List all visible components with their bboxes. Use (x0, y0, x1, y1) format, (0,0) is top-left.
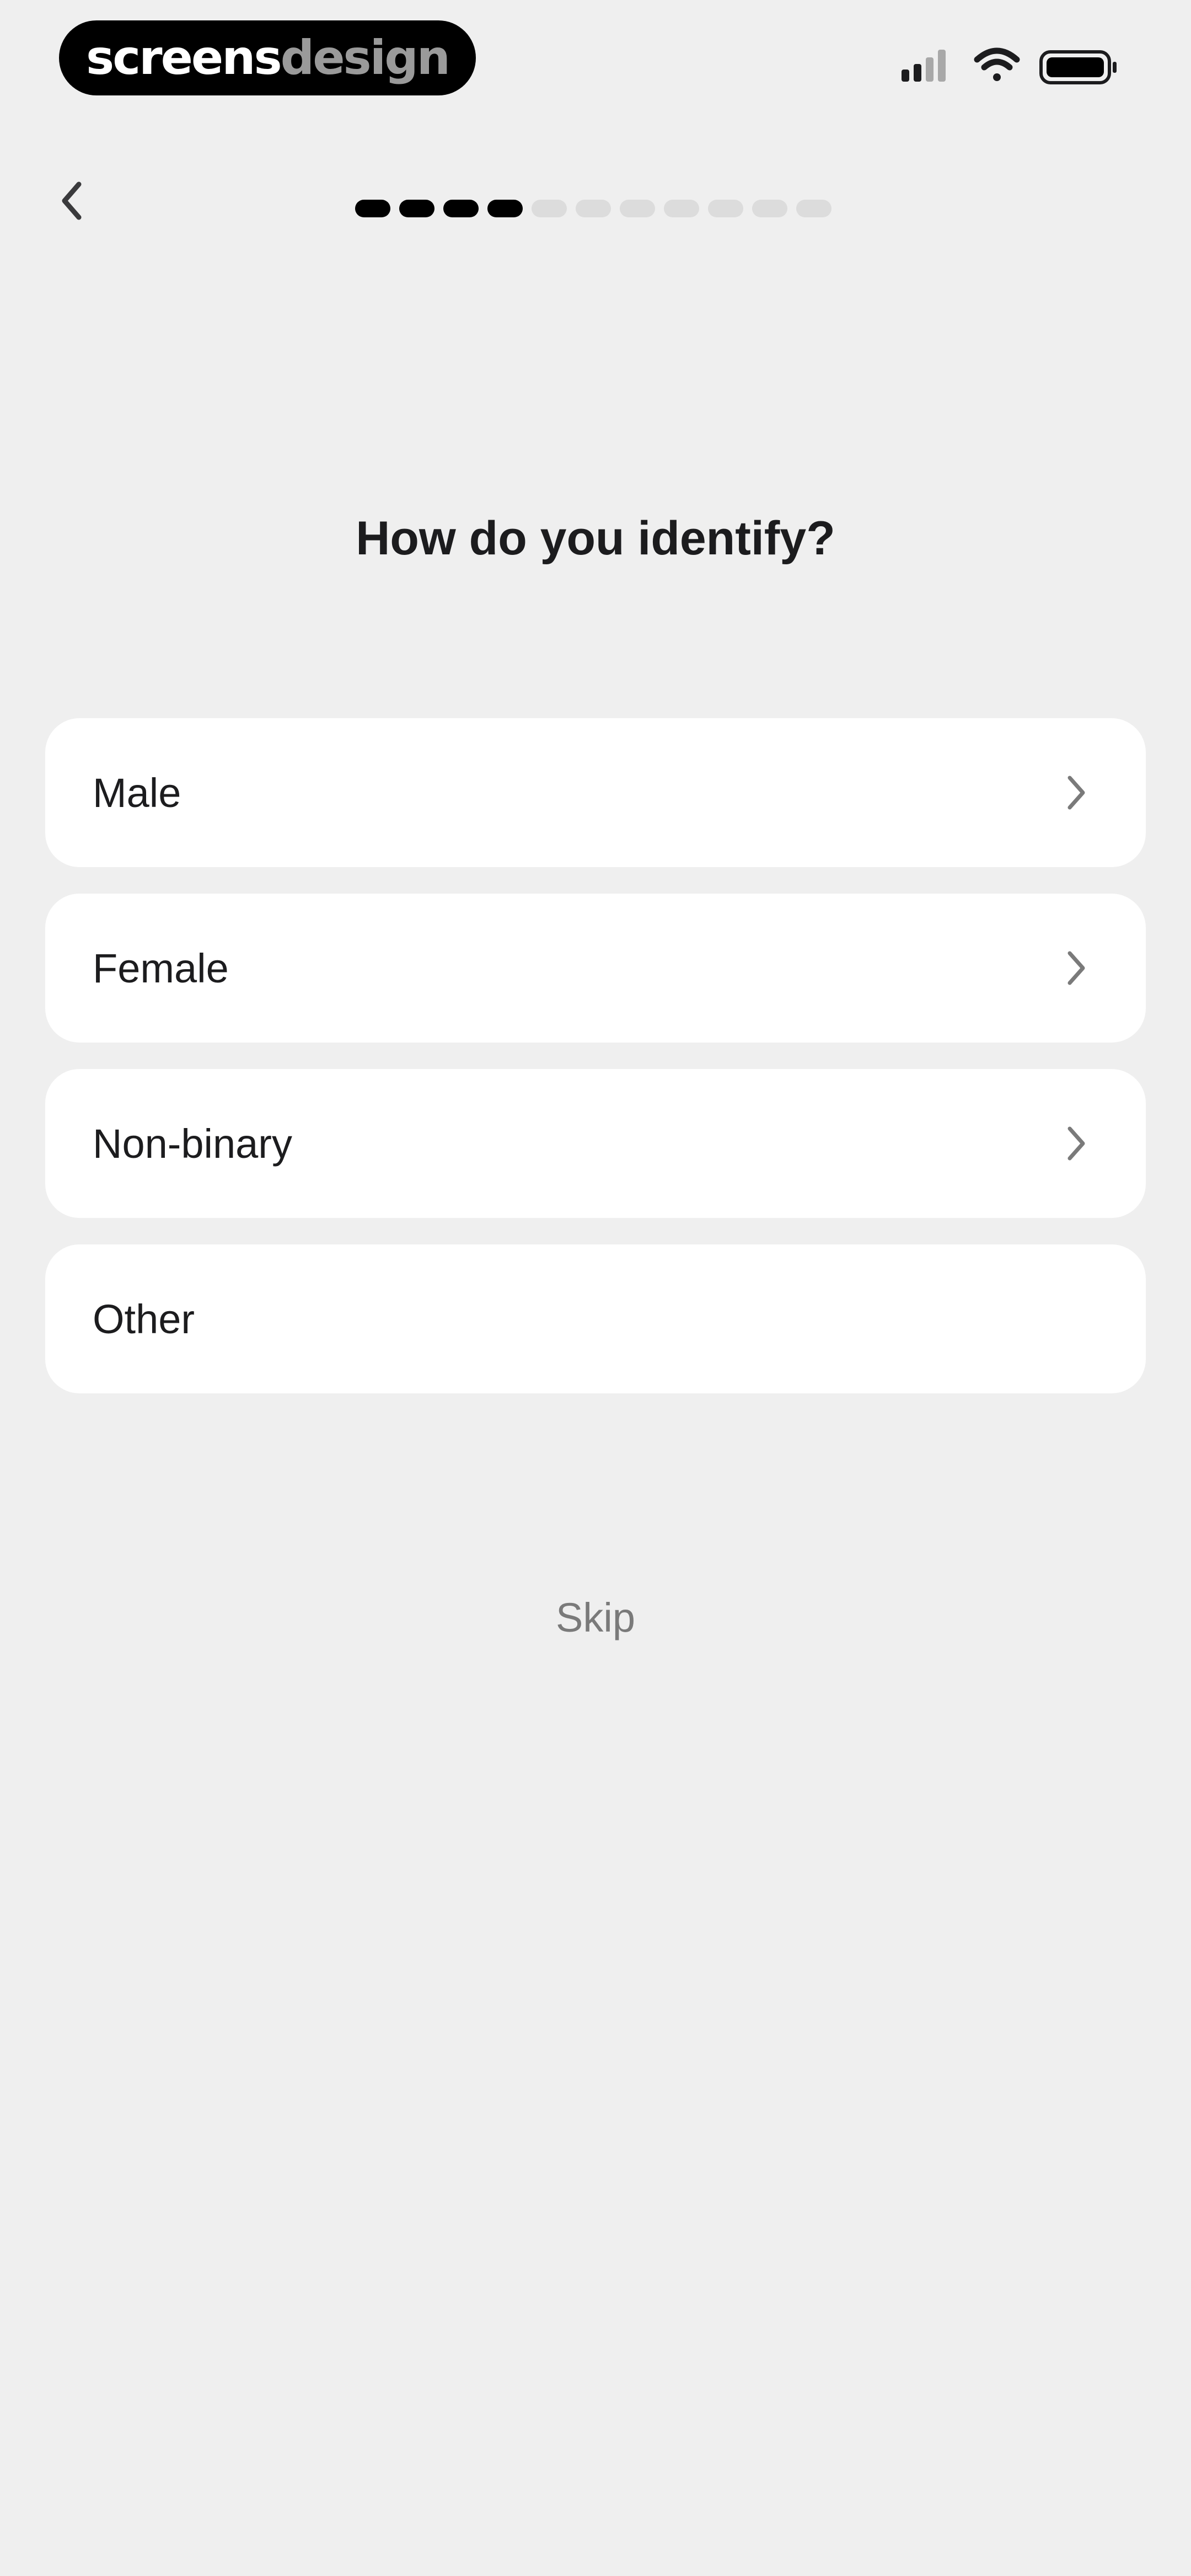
chevron-left-icon (62, 181, 82, 220)
back-button[interactable] (45, 174, 98, 227)
wifi-icon (974, 47, 1020, 81)
onboarding-screen: screens design How do you identify? Male… (0, 0, 1191, 2576)
option-male[interactable]: Male (45, 718, 1146, 867)
chevron-right-icon (1060, 776, 1093, 810)
option-label: Non-binary (93, 1120, 292, 1167)
chevron-right-icon (1060, 951, 1093, 985)
progress-step-pending (576, 200, 611, 217)
option-female[interactable]: Female (45, 894, 1146, 1043)
progress-step-pending (532, 200, 567, 217)
battery-icon (1039, 50, 1117, 84)
option-other[interactable]: Other (45, 1244, 1146, 1393)
watermark-part-screens: screens (86, 30, 282, 85)
progress-step-complete (487, 200, 523, 217)
progress-step-pending (752, 200, 787, 217)
chevron-right-icon (1060, 1126, 1093, 1161)
progress-step-complete (399, 200, 434, 217)
progress-step-pending (664, 200, 699, 217)
progress-step-pending (796, 200, 831, 217)
option-label: Male (93, 769, 181, 816)
page-title: How do you identify? (356, 512, 835, 565)
option-non-binary[interactable]: Non-binary (45, 1069, 1146, 1218)
gender-options-list: Male Female Non-binary Other (45, 718, 1146, 1420)
status-icons-svg (902, 47, 1117, 84)
progress-step-pending (620, 200, 655, 217)
screensdesign-watermark: screens design (59, 20, 476, 95)
cellular-signal-icon (902, 50, 946, 82)
watermark-part-design: design (280, 30, 450, 85)
option-label: Female (93, 945, 229, 991)
skip-button[interactable]: Skip (0, 1594, 1191, 1641)
progress-step-complete (355, 200, 390, 217)
progress-step-pending (708, 200, 743, 217)
status-bar-icons (899, 44, 1119, 90)
option-label: Other (93, 1296, 195, 1342)
progress-indicator (355, 200, 831, 217)
progress-step-complete (443, 200, 479, 217)
